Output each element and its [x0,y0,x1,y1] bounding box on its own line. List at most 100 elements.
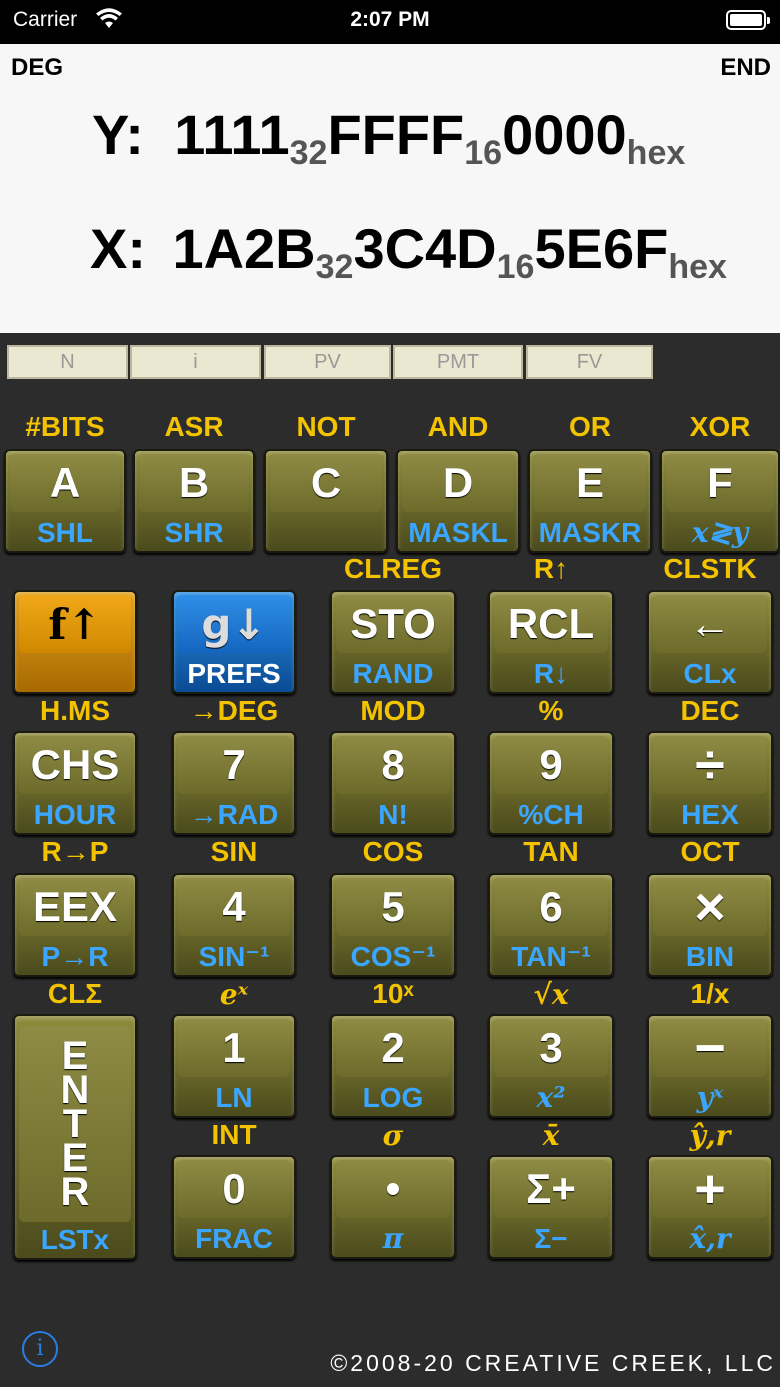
key-7[interactable]: 7 →RAD [172,731,296,835]
x-label: X: [90,217,146,280]
key-dot-g-label: π [382,1222,404,1255]
key-chs-shift-label: H.MS [40,695,110,726]
key-5[interactable]: 5 COS⁻¹ [330,873,456,977]
key-f[interactable]: F x≷y [660,449,780,553]
key-backspace-g-label: CLx [683,658,737,689]
key-b-shift-label: ASR [164,411,224,442]
y-register: Y: 111132FFFF160000hex [92,102,685,172]
key-multiply-g-label: BIN [685,941,735,972]
key-sigma-plus[interactable]: Σ+ Σ− [488,1155,614,1259]
key-a[interactable]: A SHL [4,449,126,553]
key-b[interactable]: B SHR [133,449,255,553]
y-base-suffix: hex [626,134,686,172]
key-divide-face: ÷ [653,735,767,795]
y-label: Y: [92,103,144,166]
key-8-face: 8 [336,736,450,794]
key-0[interactable]: 0 FRAC [172,1155,296,1259]
key-plus[interactable]: + x̂,r [647,1155,773,1259]
key-multiply-shift-label: OCT [680,836,740,867]
key-9-shift-label: % [538,695,564,726]
key-e[interactable]: E MASKR [528,449,652,553]
key-plus-face: + [653,1159,767,1219]
x-sub1: 32 [315,248,354,286]
key-1-shift-label: eˣ [219,978,249,1011]
key-8[interactable]: 8 N! [330,731,456,835]
key-d-face: D [402,454,514,512]
key-e-face: E [534,454,646,512]
key-c[interactable]: C [264,449,388,553]
key-chs[interactable]: CHS HOUR [13,731,137,835]
key-6-face: 6 [494,878,608,936]
key-enter-g-label: LSTx [40,1224,110,1255]
key-d[interactable]: D MASKL [396,449,520,553]
key-sigma-plus-g-label: Σ− [534,1223,568,1254]
key-3-shift-label: √x [533,978,569,1011]
key-7-g-label: →RAD [189,799,279,830]
fin-register-i[interactable]: i [130,345,261,379]
key-d-g-label: MASKL [408,517,508,548]
key-sigma-plus-face: Σ+ [494,1160,608,1218]
key-rcl-shift-label: R↑ [533,553,569,584]
key-divide[interactable]: ÷ HEX [647,731,773,835]
key-5-face: 5 [336,878,450,936]
key-sto[interactable]: STO RAND [330,590,456,694]
copyright-text: ©2008-20 CREATIVE CREEK, LLC [330,1350,776,1376]
fin-register-pmt[interactable]: PMT [393,345,523,379]
key-c-face: C [270,454,382,512]
key-9[interactable]: 9 %CH [488,731,614,835]
key-eex[interactable]: EEX P→R [13,873,137,977]
key-multiply[interactable]: × BIN [647,873,773,977]
fin-register-n[interactable]: N [7,345,128,379]
key-sigma-plus-shift-label: x̄ [542,1119,560,1152]
key-a-shift-label: #BITS [25,411,105,442]
key-2-g-label: LOG [362,1082,424,1113]
status-bar: Carrier 2:07 PM [0,0,780,44]
x-part3: 5E6F [534,217,669,280]
key-sto-shift-label: CLREG [344,553,442,584]
key-minus[interactable]: − yˣ [647,1014,773,1118]
info-icon[interactable]: i [22,1331,58,1367]
fin-register-fv[interactable]: FV [526,345,653,379]
f-shift-key[interactable]: f↑ [13,590,137,694]
g-shift-key[interactable]: g↓ PREFS [172,590,296,694]
key-4-face: 4 [178,878,290,936]
key-plus-shift-label: ŷ,r [689,1119,731,1152]
key-0-shift-label: INT [211,1119,257,1150]
y-sub2: 16 [464,134,503,172]
key-backspace-shift-label: CLSTK [663,553,757,584]
key-a-face: A [10,454,120,512]
key-3[interactable]: 3 x² [488,1014,614,1118]
key-8-g-label: N! [378,799,408,830]
key-7-face: 7 [178,736,290,794]
key-enter[interactable]: E N T E R LSTx [13,1014,137,1260]
key-minus-face: − [653,1018,767,1078]
key-6[interactable]: 6 TAN⁻¹ [488,873,614,977]
key-2[interactable]: 2 LOG [330,1014,456,1118]
key-3-g-label: x² [536,1081,566,1114]
key-plus-g-label: x̂,r [689,1222,731,1255]
key-divide-g-label: HEX [681,799,739,830]
x-base-suffix: hex [668,248,727,286]
key-chs-face: CHS [19,736,131,794]
key-enter-shift-label: CLΣ [47,978,103,1009]
g-shift-key-label: PREFS [187,658,281,689]
angle-mode-indicator: DEG [11,54,64,81]
endian-indicator: END [720,54,771,81]
key-enter-face: E N T E R [19,1026,131,1222]
key-1[interactable]: 1 LN [172,1014,296,1118]
key-f-g-label: x≷y [691,516,749,549]
key-backspace[interactable]: ← CLx [647,590,773,694]
key-c-shift-label: NOT [296,411,356,442]
x-part2: 3C4D [353,217,497,280]
key-4[interactable]: 4 SIN⁻¹ [172,873,296,977]
key-f-face: F [666,454,774,512]
key-4-shift-label: SIN [210,836,258,867]
key-6-g-label: TAN⁻¹ [511,941,591,972]
key-eex-shift-label: R→P [41,836,109,867]
g-shift-key-face: g↓ [178,595,290,653]
key-dot[interactable]: • π [330,1155,456,1259]
register-display: DEG END Y: 111132FFFF160000hex X: 1A2B32… [0,44,780,333]
fin-register-pv[interactable]: PV [264,345,391,379]
key-rcl[interactable]: RCL R↓ [488,590,614,694]
enter-letter-r: R [60,1170,90,1214]
